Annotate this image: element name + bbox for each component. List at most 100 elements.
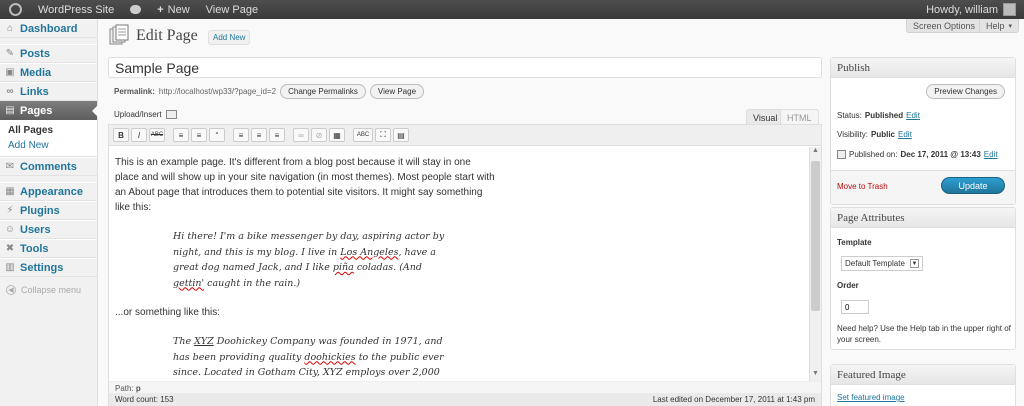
editor-scrollbar[interactable]: ▲ ▼ [809,147,821,381]
permalink-label: Permalink: [114,87,155,96]
permalink-url[interactable]: http://localhost/wp33/?page_id=2 [159,87,276,96]
comments-icon: ✉ [5,161,15,172]
bullet-list-button[interactable]: ≡ [173,128,189,142]
align-left-button[interactable]: ≡ [233,128,249,142]
blockquote: The XYZ Doohickey Company was founded in… [173,336,444,378]
numbered-list-button[interactable]: ≡ [191,128,207,142]
sidebar-item-appearance[interactable]: ▦ Appearance [0,182,97,201]
howdy-label: Howdy, william [926,3,998,16]
change-permalinks-button[interactable]: Change Permalinks [280,84,366,99]
insert-more-button[interactable]: ▦ [329,128,345,142]
paragraph: ...or something like this: [115,307,221,318]
comments-bubble-icon[interactable] [122,0,149,19]
blockquote-button[interactable]: “ [209,128,225,142]
sidebar-item-users[interactable]: ☺ Users [0,220,97,239]
scroll-down-icon[interactable]: ▼ [810,370,821,381]
editor-content[interactable]: This is an example page. It's different … [109,147,809,381]
featured-image-title[interactable]: Featured Image [831,365,1015,385]
add-media-icon[interactable] [165,110,177,119]
page-attributes-box: Page Attributes Template Default Templat… [830,207,1016,350]
plugins-icon: ⚡ [6,205,14,216]
settings-icon: ▥ [5,262,15,273]
pages-icon: ▤ [5,105,15,116]
paragraph: This is an example page. It's different … [115,157,495,213]
view-page-link[interactable]: View Page [198,0,266,19]
last-edited: Last edited on December 17, 2011 at 1:43… [652,395,815,404]
scroll-up-icon[interactable]: ▲ [810,147,821,158]
post-title-input[interactable] [108,57,822,78]
spellcheck-button[interactable]: ABC [353,128,373,142]
align-center-button[interactable]: ≡ [251,128,267,142]
page-title: Edit Page [136,27,198,44]
new-content-menu[interactable]: + New [149,0,197,19]
wordpress-logo-icon[interactable] [0,0,30,19]
word-count: Word count: 153 [115,395,174,404]
strikethrough-button[interactable]: ABC [149,128,165,142]
submenu-add-new[interactable]: Add New [0,138,97,153]
plus-icon: + [157,3,164,16]
collapse-menu-button[interactable]: ◀ Collapse menu [0,277,97,295]
move-to-trash-link[interactable]: Move to Trash [837,182,888,191]
sidebar-item-pages[interactable]: ▤ Pages [0,101,98,120]
italic-button[interactable]: I [131,128,147,142]
add-new-page-button[interactable]: Add New [208,30,251,45]
publish-actions: Move to Trash Update [831,170,1015,204]
links-icon: ∞ [6,86,14,97]
sidebar-item-settings[interactable]: ▥ Settings [0,258,97,277]
view-page-button[interactable]: View Page [369,84,425,99]
avatar [1003,3,1016,16]
howdy-user-menu[interactable]: Howdy, william [918,0,1024,19]
content-editor: B I ABC ≡ ≡ “ ≡ ≡ ≡ ∞ ⊘ ▦ ABC ⛶ ▤ This i… [108,124,822,406]
sidebar-item-tools[interactable]: ✖ Tools [0,239,97,258]
update-button[interactable]: Update [941,177,1005,194]
pages-header-icon [109,24,129,45]
order-input[interactable] [841,300,869,314]
scrollbar-thumb[interactable] [811,161,820,311]
sidebar-item-plugins[interactable]: ⚡ Plugins [0,201,97,220]
sidebar-item-links[interactable]: ∞ Links [0,82,97,101]
unlink-button[interactable]: ⊘ [311,128,327,142]
bold-button[interactable]: B [113,128,129,142]
help-button[interactable]: Help ▾ [979,19,1020,33]
featured-image-box: Featured Image Set featured image [830,364,1016,406]
sidebar-item-comments[interactable]: ✉ Comments [0,157,97,176]
screen-options-button[interactable]: Screen Options▾ [906,19,990,33]
publish-box: Publish Preview Changes Status: Published… [830,57,1016,205]
users-icon: ☺ [4,224,16,235]
set-featured-image-link[interactable]: Set featured image [837,393,905,402]
align-right-button[interactable]: ≡ [269,128,285,142]
chevron-down-icon: ▼ [910,259,919,268]
visibility-row: Visibility: Public Edit [837,130,912,139]
site-name-link[interactable]: WordPress Site [30,0,122,19]
sidebar-item-posts[interactable]: ✎ Posts [0,44,97,63]
sidebar-item-media[interactable]: ▣ Media [0,63,97,82]
fullscreen-button[interactable]: ⛶ [375,128,391,142]
page-attributes-title[interactable]: Page Attributes [831,208,1015,228]
chevron-down-icon: ▾ [1008,22,1013,30]
preview-changes-button[interactable]: Preview Changes [926,84,1005,99]
pages-submenu: All Pages Add New [0,120,97,157]
attributes-help-text: Need help? Use the Help tab in the upper… [837,324,1011,344]
edit-status-link[interactable]: Edit [906,111,920,120]
new-label: New [167,3,190,16]
edit-visibility-link[interactable]: Edit [898,130,912,139]
tab-html[interactable]: HTML [780,109,819,125]
appearance-icon: ▦ [5,186,15,197]
insert-link-button[interactable]: ∞ [293,128,309,142]
submenu-all-pages[interactable]: All Pages [0,123,97,138]
editor-path-bar: Path: p [109,381,821,393]
edit-date-link[interactable]: Edit [984,150,998,159]
published-on-row: Published on: Dec 17, 2011 @ 13:43 Edit [837,150,998,159]
status-row: Status: Published Edit [837,111,920,120]
template-select[interactable]: Default Template ▼ [841,256,923,271]
blockquote: Hi there! I'm a bike messenger by day, a… [173,231,445,289]
upload-insert-row: Upload/Insert [114,110,177,119]
sidebar-item-dashboard[interactable]: ⌂ Dashboard [0,19,97,38]
upload-insert-label: Upload/Insert [114,110,162,119]
publish-box-title[interactable]: Publish [831,58,1015,78]
calendar-icon [837,150,846,159]
dashboard-icon: ⌂ [6,23,14,34]
kitchen-sink-button[interactable]: ▤ [393,128,409,142]
tab-visual[interactable]: Visual [746,109,785,125]
permalink-row: Permalink: http://localhost/wp33/?page_i… [114,84,425,99]
